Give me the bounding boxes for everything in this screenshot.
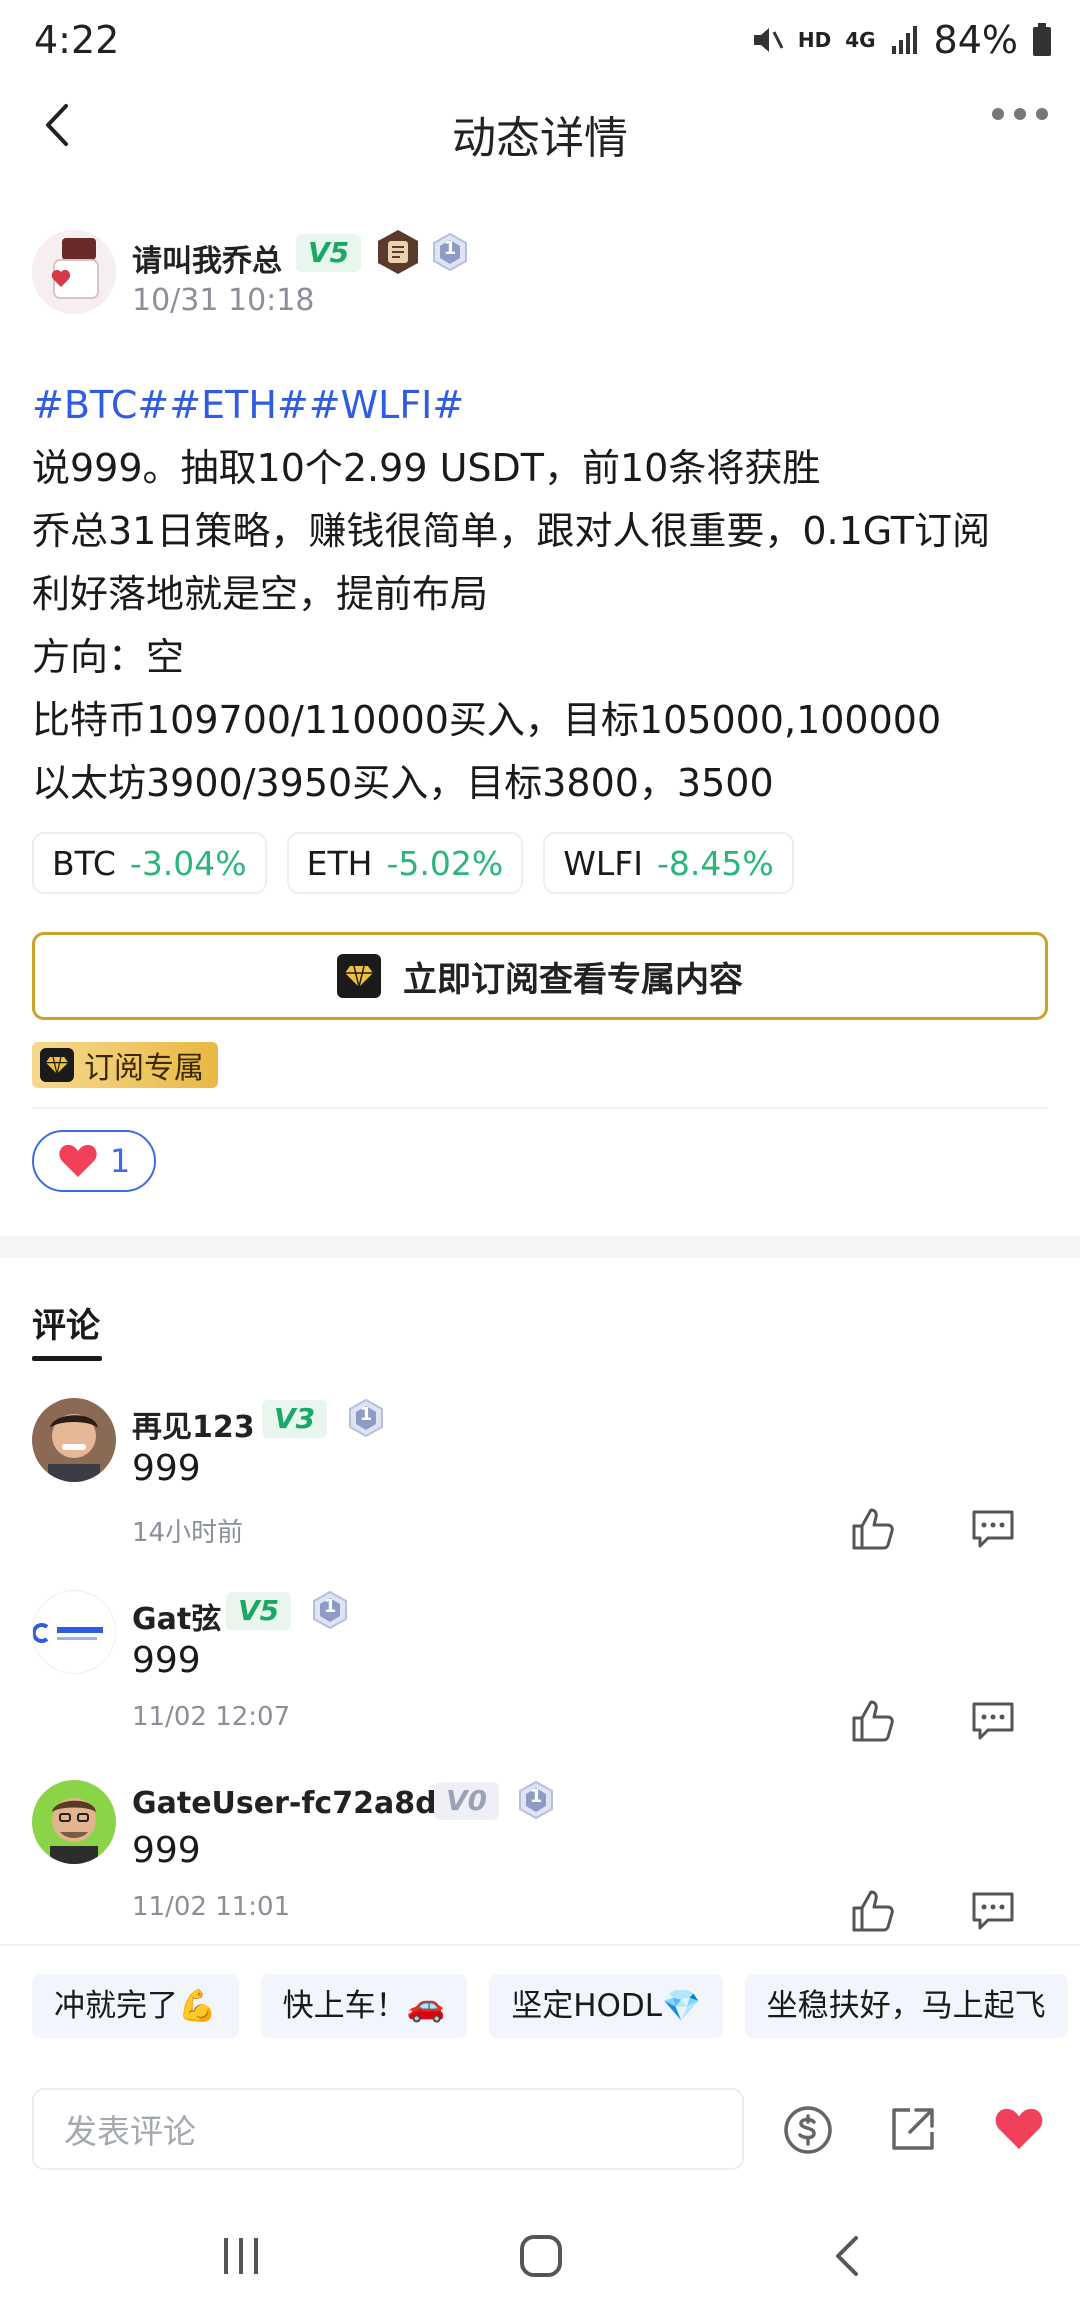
more-options-icon[interactable] [992, 108, 1048, 120]
post-line: 说999。抽取10个2.99 USDT，前10条将获胜 [32, 446, 821, 490]
level-badge: 1 [430, 232, 470, 272]
page-title: 动态详情 [452, 113, 628, 164]
quick-reply-chip[interactable]: 快上车！🚗 [260, 1974, 468, 2038]
ticker-change: -8.45% [656, 843, 774, 883]
ticker-symbol: ETH [306, 843, 373, 883]
system-back-icon[interactable] [832, 2234, 862, 2278]
comment-time: 11/02 12:07 [132, 1702, 291, 1732]
mute-icon [753, 28, 784, 52]
subscribe-button-label: 立即订阅查看专属内容 [403, 959, 743, 1000]
section-separator [0, 1236, 1080, 1258]
quick-reply-chip[interactable]: 冲就完了💪 [32, 1974, 239, 2038]
comment-author-name[interactable]: Gat弦 [132, 1594, 221, 1638]
level-badge: 1 [346, 1398, 386, 1438]
battery-icon [1033, 23, 1051, 56]
diamond-icon [40, 1048, 74, 1082]
reply-icon[interactable] [968, 1886, 1018, 1936]
signal-icon [891, 26, 917, 54]
tab-underline [32, 1356, 102, 1361]
recent-apps-icon[interactable] [220, 2236, 262, 2276]
comment-text: 999 [132, 1448, 201, 1489]
vip-badge: V5 [226, 1592, 292, 1630]
home-icon[interactable] [518, 2233, 564, 2279]
post-hashtags[interactable]: #BTC##ETH##WLFI# [32, 374, 1052, 437]
medal-icon [378, 230, 418, 274]
reply-icon[interactable] [968, 1696, 1018, 1746]
vip-badge: V3 [262, 1400, 328, 1438]
ticker-symbol: BTC [52, 843, 116, 883]
post-content: #BTC##ETH##WLFI# 说999。抽取10个2.99 USDT，前10… [32, 374, 1052, 815]
divider [32, 1107, 1048, 1109]
post-line: 以太坊3900/3950买入，目标3800，3500 [32, 761, 774, 805]
level-badge: 1 [516, 1780, 556, 1820]
subscription-only-tag: 订阅专属 [32, 1042, 218, 1088]
post-time: 10/31 10:18 [132, 283, 315, 318]
reply-icon[interactable] [968, 1504, 1018, 1554]
ticker-chip-btc[interactable]: BTC -3.04% [32, 832, 267, 894]
tip-coin-icon[interactable] [782, 2104, 834, 2156]
quick-reply-chip[interactable]: 坚定HODL💎 [489, 1974, 723, 2038]
comment-author-name[interactable]: GateUser-fc72a8da [132, 1786, 457, 1821]
battery-percent: 84% [933, 18, 1018, 62]
like-button[interactable]: 1 [32, 1130, 156, 1192]
comment-avatar[interactable] [32, 1780, 116, 1864]
post-line: 利好落地就是空，提前布局 [32, 572, 489, 616]
ticker-symbol: WLFI [563, 843, 643, 883]
ticker-chips: BTC -3.04% ETH -5.02% WLFI -8.45% [32, 832, 794, 894]
thumbs-up-icon[interactable] [848, 1504, 898, 1554]
ticker-change: -5.02% [386, 843, 504, 883]
comment-text: 999 [132, 1830, 201, 1871]
ticker-chip-eth[interactable]: ETH -5.02% [286, 832, 524, 894]
share-icon[interactable] [886, 2104, 938, 2156]
post-line: 乔总31日策略，赚钱很简单，跟对人很重要，0.1GT订阅 [32, 509, 991, 553]
author-name[interactable]: 请叫我乔总 [132, 236, 282, 280]
ticker-change: -3.04% [129, 843, 247, 883]
status-time: 4:22 [34, 18, 120, 62]
level-badge: 1 [310, 1590, 350, 1630]
diamond-icon [337, 954, 381, 998]
divider [0, 1944, 1080, 1946]
network-label: HD [797, 28, 832, 52]
level-number: 1 [359, 1404, 373, 1425]
comments-tab[interactable]: 评论 [32, 1298, 100, 1347]
heart-icon [59, 1144, 97, 1177]
quick-replies: 冲就完了💪 快上车！🚗 坚定HODL💎 坐稳扶好，马上起飞 [32, 1974, 1068, 2038]
comment-time: 14小时前 [132, 1518, 244, 1548]
thumbs-up-icon[interactable] [848, 1696, 898, 1746]
comment-avatar[interactable] [32, 1590, 116, 1674]
vip-badge: V5 [296, 234, 362, 272]
author-avatar[interactable] [32, 230, 116, 314]
quick-reply-chip[interactable]: 坐稳扶好，马上起飞 [744, 1974, 1068, 2038]
like-count: 1 [109, 1142, 131, 1180]
comment-input[interactable]: 发表评论 [32, 2088, 744, 2170]
signal-type-label: 4G [845, 28, 876, 52]
status-icons: HD 4G 84% [750, 18, 1052, 62]
comment-time: 11/02 11:01 [132, 1892, 291, 1922]
subscribe-button[interactable]: 立即订阅查看专属内容 [32, 932, 1048, 1020]
level-number: 1 [443, 238, 457, 259]
post-line: 比特币109700/110000买入，目标105000,100000 [32, 698, 942, 742]
comment-author-name[interactable]: 再见123 [132, 1402, 255, 1446]
level-number: 1 [323, 1596, 337, 1617]
comment-avatar[interactable] [32, 1398, 116, 1482]
subscription-tag-label: 订阅专属 [84, 1051, 204, 1086]
ticker-chip-wlfi[interactable]: WLFI -8.45% [543, 832, 794, 894]
level-number: 1 [529, 1786, 543, 1807]
thumbs-up-icon[interactable] [848, 1886, 898, 1936]
comment-text: 999 [132, 1640, 201, 1681]
favorite-heart-icon[interactable] [994, 2104, 1044, 2154]
post-line: 方向：空 [32, 635, 185, 679]
vip-badge: V0 [434, 1782, 500, 1820]
